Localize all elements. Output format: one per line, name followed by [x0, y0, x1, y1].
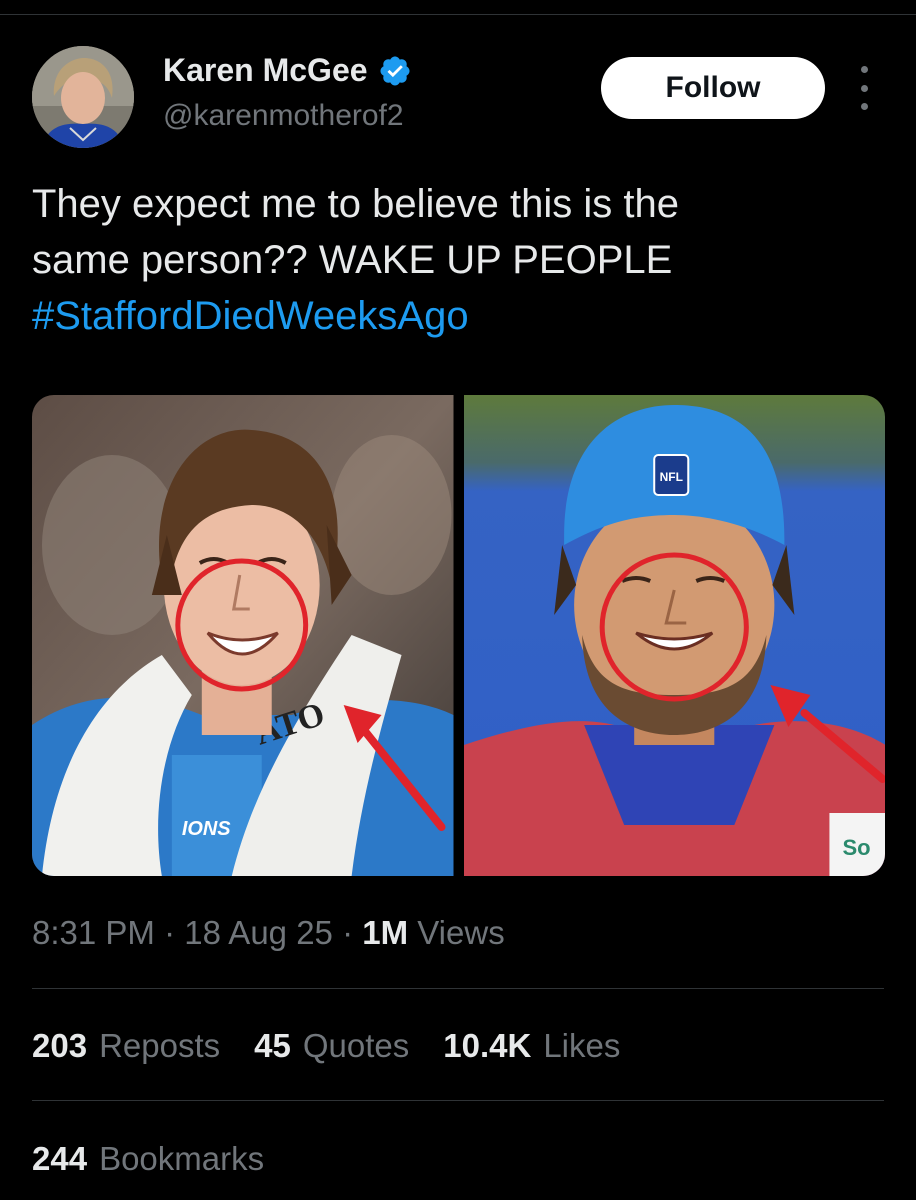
tweet-date[interactable]: 18 Aug 25	[184, 914, 333, 951]
hashtag-link[interactable]: #StaffordDiedWeeksAgo	[32, 288, 892, 344]
divider	[32, 1100, 884, 1101]
jersey-text: IONS	[182, 818, 231, 840]
tweet-line-2: same person?? WAKE UP PEOPLE	[32, 238, 673, 282]
tweet-line-1: They expect me to believe this is the	[32, 182, 679, 226]
author-name[interactable]: Karen McGee	[163, 52, 412, 89]
likes-stat[interactable]: 10.4K Likes	[443, 1027, 620, 1065]
reposts-stat[interactable]: 203 Reposts	[32, 1027, 220, 1065]
bookmarks-label: Bookmarks	[99, 1140, 265, 1177]
quotes-stat[interactable]: 45 Quotes	[254, 1027, 409, 1065]
author-avatar[interactable]	[32, 46, 134, 148]
tweet-meta: 8:31 PM · 18 Aug 25 · 1M Views	[32, 914, 505, 952]
sponsor-text: So	[842, 835, 870, 860]
author-handle[interactable]: @karenmotherof2	[163, 99, 404, 133]
views-label: Views	[417, 914, 505, 951]
likes-label: Likes	[543, 1027, 621, 1064]
reposts-label: Reposts	[99, 1027, 221, 1064]
bookmarks-count: 244	[32, 1140, 88, 1177]
bookmarks-stat[interactable]: 244 Bookmarks	[32, 1140, 264, 1178]
tweet-text: They expect me to believe this is the sa…	[32, 176, 892, 344]
photo-right[interactable]: So NFL	[463, 395, 885, 876]
likes-count: 10.4K	[443, 1027, 532, 1064]
follow-button[interactable]: Follow	[601, 57, 825, 119]
meta-separator: ·	[164, 914, 176, 951]
views-count: 1M	[362, 914, 409, 951]
meta-separator: ·	[342, 914, 354, 951]
photo-left[interactable]: IONS ATO	[32, 395, 454, 876]
media-grid: IONS ATO So NFL	[32, 395, 885, 876]
engagement-stats: 203 Reposts 45 Quotes 10.4K Likes	[32, 1027, 620, 1065]
author-name-text[interactable]: Karen McGee	[163, 52, 368, 89]
quotes-label: Quotes	[302, 1027, 410, 1064]
quotes-count: 45	[254, 1027, 291, 1064]
divider	[32, 988, 884, 989]
more-vertical-icon[interactable]	[852, 66, 876, 110]
tweet-time[interactable]: 8:31 PM	[32, 914, 155, 951]
cap-logo-text: NFL	[659, 470, 682, 484]
verified-badge-icon	[380, 55, 410, 86]
top-divider	[0, 14, 916, 15]
reposts-count: 203	[32, 1027, 88, 1064]
